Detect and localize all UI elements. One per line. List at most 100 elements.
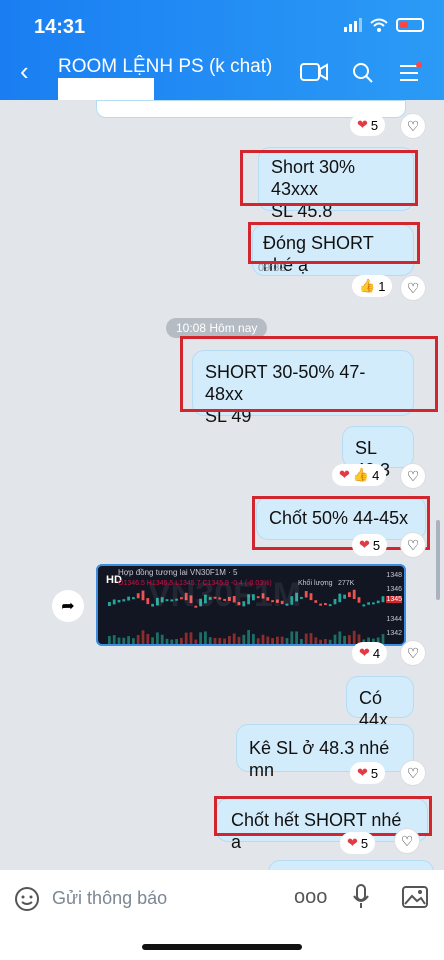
volume-bar <box>381 634 385 644</box>
volume-bar <box>228 636 231 644</box>
chat-header: 14:31 ‹ ROOM LỆNH PS (k chat) <box>0 0 444 100</box>
volume-bar <box>156 632 159 644</box>
volume-bar <box>151 637 154 644</box>
volume-bar <box>304 633 308 644</box>
chart-volume-value: 277K <box>338 580 355 587</box>
volume-bar <box>324 639 327 644</box>
message-bubble[interactable]: SL 49.3 <box>342 426 414 480</box>
heart-outline-icon: ♡ <box>406 764 420 781</box>
reaction-badge[interactable]: ❤ 5 <box>350 114 386 136</box>
volume-bar <box>266 636 270 644</box>
volume-bar <box>319 639 322 644</box>
candle <box>108 602 111 606</box>
reaction-badge[interactable]: ❤ 5 <box>350 762 386 784</box>
heart-icon: ❤ <box>357 765 368 780</box>
chat-area[interactable]: ❤ 5 ♡ Short 30% 43xxx SL 45.8 Đóng SHORT … <box>0 100 444 890</box>
status-icons <box>344 18 424 32</box>
reaction-badge[interactable]: 👍 1 <box>352 275 393 297</box>
more-icon[interactable]: ooo <box>294 886 327 909</box>
reaction-badge[interactable]: ❤ 5 <box>340 832 376 854</box>
chart-image-message[interactable]: HD VN30F1M Hợp đồng tương lai VN30F1M · … <box>96 564 406 646</box>
heart-outline-icon: ♡ <box>406 117 420 134</box>
candle <box>309 593 313 601</box>
volume-bar <box>261 634 265 644</box>
heart-icon: ❤ <box>357 117 368 132</box>
volume-bar <box>180 637 183 644</box>
volume-bar <box>189 632 193 644</box>
video-call-icon[interactable] <box>300 62 328 82</box>
menu-icon[interactable] <box>398 62 422 84</box>
react-button[interactable]: ♡ <box>400 640 426 666</box>
home-indicator <box>142 944 302 950</box>
chat-title: ROOM LỆNH PS (k chat) <box>58 56 273 77</box>
candle <box>314 600 318 603</box>
candle <box>324 603 327 606</box>
candle <box>367 602 370 605</box>
heart-outline-icon: ♡ <box>406 279 420 296</box>
share-button[interactable]: ➦ <box>52 590 84 622</box>
react-button[interactable]: ♡ <box>400 113 426 139</box>
volume-bar <box>338 631 342 644</box>
volume-bar <box>237 636 241 644</box>
price-label: 1345 <box>386 596 402 603</box>
search-icon[interactable] <box>352 62 374 84</box>
reaction-badge[interactable]: ❤ 5 <box>352 534 388 556</box>
reaction-badge[interactable]: ❤ 👍 4 <box>332 464 387 486</box>
volume-bar <box>127 636 130 644</box>
volume-bar <box>271 638 274 644</box>
volume-bar <box>247 630 250 644</box>
candle <box>376 600 380 604</box>
react-button[interactable]: ♡ <box>400 532 426 558</box>
volume-bar <box>112 635 116 644</box>
price-label: 1342 <box>386 630 402 637</box>
redaction-block <box>58 78 154 100</box>
volume-bar <box>290 631 294 644</box>
status-time: 14:31 <box>34 16 86 38</box>
price-label: 1344 <box>386 616 402 623</box>
status-bar: 14:31 <box>0 14 444 40</box>
message-bubble[interactable]: Có 44x <box>346 676 414 730</box>
signal-icon <box>344 18 362 32</box>
candle <box>357 597 361 603</box>
candle <box>136 593 140 599</box>
highlight-box <box>180 336 438 412</box>
candle <box>132 597 135 600</box>
react-button[interactable]: ♡ <box>400 275 426 301</box>
heart-icon: ❤ <box>347 835 358 850</box>
volume-bar <box>348 635 351 644</box>
react-button[interactable]: ♡ <box>400 760 426 786</box>
heart-outline-icon: ♡ <box>406 536 420 553</box>
volume-bar <box>328 639 332 644</box>
price-label: 1346 <box>386 586 402 593</box>
sticker-icon[interactable] <box>14 886 40 912</box>
candle <box>141 590 145 601</box>
heart-outline-icon: ♡ <box>406 467 420 484</box>
candle <box>362 604 366 607</box>
chart-ohlc: O1346.5 H1346.5 L1345.7 C1345.9 -0.4 (-0… <box>118 580 272 587</box>
react-button[interactable]: ♡ <box>400 463 426 489</box>
react-button[interactable]: ♡ <box>394 828 420 854</box>
heart-icon: ❤ <box>339 467 350 482</box>
back-button[interactable]: ‹ <box>20 56 29 87</box>
reaction-badge[interactable]: ❤ 4 <box>352 642 388 664</box>
message-input[interactable]: Gửi thông báo <box>52 888 167 909</box>
volume-bar <box>295 631 298 644</box>
volume-bar <box>132 638 135 644</box>
volume-bar <box>175 639 178 644</box>
volume-bar <box>256 638 260 644</box>
volume-bar <box>194 639 198 644</box>
share-arrow-icon: ➦ <box>61 598 75 615</box>
volume-bar <box>122 637 126 644</box>
candle <box>122 599 126 602</box>
volume-bar <box>280 636 284 644</box>
volume-bar <box>333 634 337 644</box>
volume-bar <box>223 638 226 644</box>
heart-outline-icon: ♡ <box>406 644 420 661</box>
candle <box>381 596 385 603</box>
volume-bar <box>160 634 164 644</box>
scrollbar[interactable] <box>436 520 440 600</box>
volume-bar <box>218 637 222 644</box>
image-icon[interactable] <box>402 886 428 910</box>
message-bubble[interactable]: Kê SL ở 48.3 nhé mn <box>236 724 414 780</box>
microphone-icon[interactable] <box>352 884 370 910</box>
